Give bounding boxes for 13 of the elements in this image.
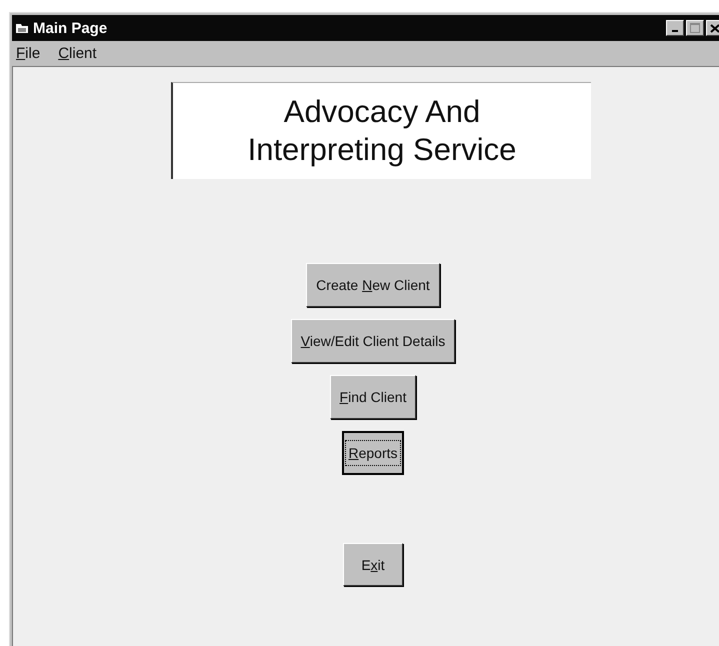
create-client-button[interactable]: Create New Client xyxy=(306,263,440,307)
edit-client-button[interactable]: View/Edit Client Details xyxy=(290,319,456,363)
app-icon xyxy=(15,22,29,34)
exit-button[interactable]: Exit xyxy=(343,543,403,586)
title-banner: Advocacy And Interpreting Service xyxy=(171,82,591,179)
find-client-button[interactable]: Find Client xyxy=(330,375,416,419)
menu-item[interactable]: Client xyxy=(56,45,99,62)
minimize-button[interactable] xyxy=(666,20,684,36)
menu-item[interactable]: File xyxy=(14,45,42,62)
reports-button[interactable]: Reports xyxy=(342,431,404,475)
maximize-button[interactable] xyxy=(686,20,704,36)
close-button[interactable] xyxy=(706,20,719,36)
window-title: Main Page xyxy=(33,20,108,36)
